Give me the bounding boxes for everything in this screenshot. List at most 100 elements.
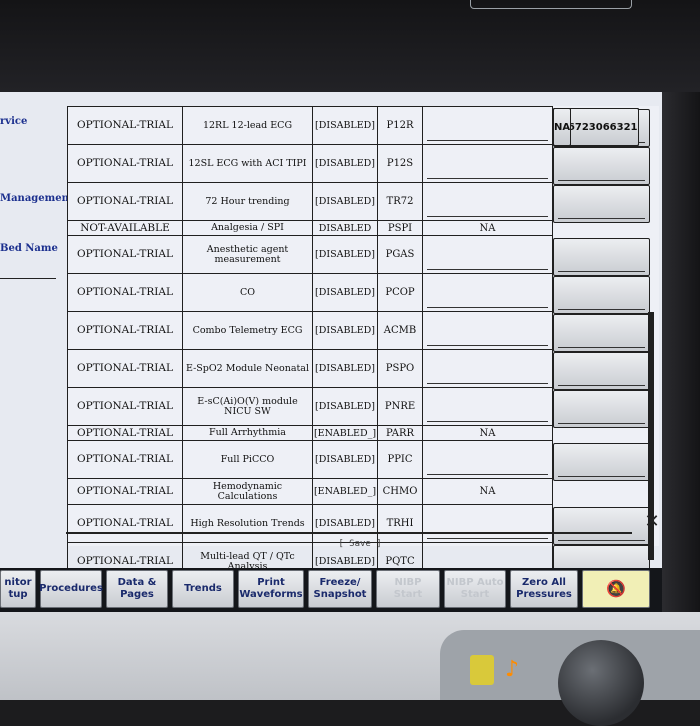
license-key-cell xyxy=(553,442,650,481)
procedures-key[interactable]: Procedures xyxy=(39,570,103,608)
alarm-silence-icon: ♪ xyxy=(504,657,520,682)
feature-name-cell: Hemodynamic Calculations xyxy=(182,478,313,505)
save-button[interactable]: [ Save ] xyxy=(330,539,390,553)
option-type-cell: OPTIONAL-TRIAL xyxy=(67,440,183,479)
table-row[interactable]: OPTIONAL-TRIAL 12SL ECG with ACI TIPI [DIS… xyxy=(67,144,651,185)
license-entry-line xyxy=(427,538,548,539)
monitor-setup-key[interactable]: nitor tup xyxy=(0,570,36,608)
license-key-cell xyxy=(553,389,650,428)
option-type-cell: OPTIONAL-TRIAL xyxy=(67,478,183,505)
table-row[interactable]: OPTIONAL-TRIAL E-sC(Ai)O(V) module NICU S… xyxy=(67,387,651,428)
feature-code-cell: P12S xyxy=(377,144,423,183)
feature-code-cell: PSPO xyxy=(377,349,423,388)
license-entry-line xyxy=(427,474,548,475)
license-entry-line xyxy=(427,345,548,346)
license-key-cell xyxy=(553,237,650,276)
license-entry-line xyxy=(427,383,548,384)
status-cell: [DISABLED] xyxy=(312,440,378,479)
status-cell: DISABLED xyxy=(312,220,378,236)
table-row[interactable]: OPTIONAL-TRIAL Anesthetic agent measureme… xyxy=(67,235,651,276)
license-key-cell xyxy=(553,184,650,223)
feature-code-cell: PNRE xyxy=(377,387,423,426)
feature-name-cell: Full PiCCO xyxy=(182,440,313,479)
feature-code-cell: P12R xyxy=(377,106,423,145)
software-license-table: OPTIONAL-TRIAL 12RL 12-lead ECG [DISABLED]… xyxy=(67,106,651,612)
feature-name-cell: Combo Telemetry ECG xyxy=(182,311,313,350)
license-cell xyxy=(422,440,553,479)
freeze-snapshot-key[interactable]: Freeze/ Snapshot xyxy=(308,570,372,608)
status-cell: [DISABLED] xyxy=(312,235,378,274)
table-row[interactable]: OPTIONAL-TRIAL High Resolution Trends [DIS… xyxy=(67,504,651,545)
license-entry-line xyxy=(427,178,548,179)
license-cell xyxy=(422,273,553,312)
option-type-cell: NOT-AVAILABLE xyxy=(67,220,183,236)
feature-name-cell: High Resolution Trends xyxy=(182,504,313,543)
close-icon[interactable]: ✕ xyxy=(642,512,662,532)
feature-code-cell: TRHI xyxy=(377,504,423,543)
license-key-cell xyxy=(553,506,650,545)
monitor-screen: rvice Management Bed Name OPTIONAL-TRIAL… xyxy=(0,92,662,612)
status-cell: [ENABLED_] xyxy=(312,478,378,505)
license-entry-line xyxy=(558,308,645,310)
license-cell xyxy=(422,349,553,388)
license-table-container: OPTIONAL-TRIAL 12RL 12-lead ECG [DISABLED]… xyxy=(67,106,659,612)
table-row[interactable]: NOT-AVAILABLE Analgesia / SPI DISABLED PSPI… xyxy=(67,108,651,236)
nibp-auto-start-key[interactable]: NIBP Auto Start xyxy=(444,570,506,608)
feature-code-cell: PCOP xyxy=(377,273,423,312)
table-row[interactable]: OPTIONAL-TRIAL Full PiCCO [DISABLED] PPIC xyxy=(67,440,651,481)
bell-off-icon[interactable]: 🔕 xyxy=(582,570,650,608)
option-type-cell: OPTIONAL-TRIAL xyxy=(67,273,183,312)
license-entry-line xyxy=(558,179,645,181)
license-entry-line xyxy=(558,270,645,272)
license-key-cell xyxy=(553,146,650,185)
license-cell xyxy=(422,387,553,426)
feature-code-cell: PPIC xyxy=(377,440,423,479)
nibp-start-key[interactable]: NIBP Start xyxy=(376,570,440,608)
trim-knob[interactable] xyxy=(558,640,644,726)
feature-code-cell: PARR xyxy=(377,425,423,441)
feature-name-cell: 12RL 12-lead ECG xyxy=(182,106,313,145)
option-type-cell: OPTIONAL-TRIAL xyxy=(67,235,183,274)
alarm-led-indicator xyxy=(470,655,494,685)
feature-code-cell: PSPI xyxy=(377,220,423,236)
license-entry-line xyxy=(558,539,645,541)
license-key-cell xyxy=(553,275,650,314)
license-cell: NA xyxy=(422,425,553,441)
feature-name-cell: Full Arrhythmia xyxy=(182,425,313,441)
license-cell xyxy=(422,311,553,350)
table-row[interactable]: OPTIONAL-TRIAL 72 Hour trending [DISABLED]… xyxy=(67,182,651,223)
trends-key[interactable]: Trends xyxy=(172,570,234,608)
license-entry-line xyxy=(427,421,548,422)
license-entry-line xyxy=(558,217,645,219)
table-row[interactable]: OPTIONAL-TRIAL Full Arrhythmia [ENABLED_] P… xyxy=(67,108,651,441)
table-row[interactable]: OPTIONAL-TRIAL E-SpO2 Module Neonatal [DIS… xyxy=(67,349,651,390)
feature-name-cell: E-sC(Ai)O(V) module NICU SW xyxy=(182,387,313,426)
license-key-cell: NA xyxy=(553,108,572,146)
status-cell: [DISABLED] xyxy=(312,106,378,145)
sidebar-item-management[interactable]: Management xyxy=(0,193,74,204)
license-key-cell xyxy=(553,313,650,352)
license-cell xyxy=(422,235,553,274)
license-entry-line xyxy=(558,475,645,477)
license-entry-line xyxy=(558,422,645,424)
top-bracket xyxy=(470,0,632,9)
feature-code-cell: ACMB xyxy=(377,311,423,350)
sidebar-item-service[interactable]: rvice xyxy=(0,116,27,127)
option-type-cell: OPTIONAL-TRIAL xyxy=(67,349,183,388)
table-row[interactable]: OPTIONAL-TRIAL Combo Telemetry ECG [DISABL… xyxy=(67,311,651,352)
table-row[interactable]: OPTIONAL-TRIAL Hemodynamic Calculations [E… xyxy=(67,108,651,505)
feature-code-cell: PGAS xyxy=(377,235,423,274)
feature-code-cell: CHMO xyxy=(377,478,423,505)
status-cell: [DISABLED] xyxy=(312,182,378,221)
zero-all-pressures-key[interactable]: Zero All Pressures xyxy=(510,570,578,608)
sidebar-item-bed-name[interactable]: Bed Name xyxy=(0,243,58,254)
option-type-cell: OPTIONAL-TRIAL xyxy=(67,504,183,543)
data-pages-key[interactable]: Data & Pages xyxy=(106,570,168,608)
license-entry-line xyxy=(427,307,548,308)
print-waveforms-key[interactable]: Print Waveforms xyxy=(238,570,304,608)
license-entry-line xyxy=(558,384,645,386)
table-row[interactable]: OPTIONAL-TRIAL CO [DISABLED] PCOP xyxy=(67,273,651,314)
monitor-top-bezel xyxy=(0,0,700,92)
feature-name-cell: 72 Hour trending xyxy=(182,182,313,221)
status-cell: [ENABLED_] xyxy=(312,425,378,441)
